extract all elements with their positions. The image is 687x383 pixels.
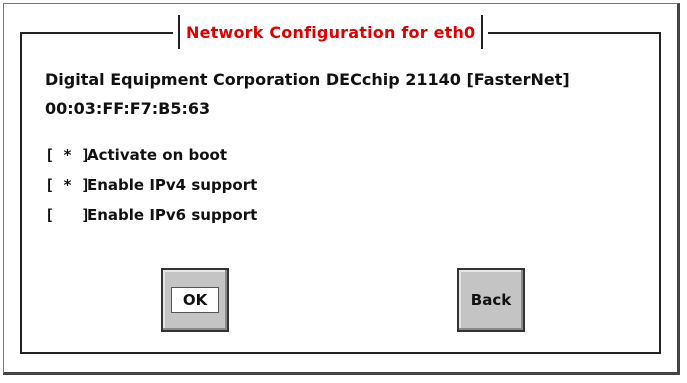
device-name: Digital Equipment Corporation DECchip 21… [45,70,570,89]
checkbox-indicator[interactable]: [ * ] [45,146,90,164]
dialog-title-bar: Network Configuration for eth0 [173,14,489,50]
ok-button-label: OK [171,287,219,313]
checkbox-enable-ipv4[interactable]: [ * ] Enable IPv4 support [45,176,257,194]
dialog-title: Network Configuration for eth0 [186,22,476,42]
checkbox-label: Enable IPv6 support [87,206,258,224]
title-right-bar [481,15,484,49]
back-button-label: Back [470,291,512,309]
checkbox-activate-on-boot[interactable]: [ * ] Activate on boot [45,146,227,164]
checkbox-indicator[interactable]: [ * ] [45,176,90,194]
checkbox-indicator[interactable]: [ ] [45,206,90,224]
checkbox-label: Enable IPv4 support [87,176,258,194]
mac-address: 00:03:FF:F7:B5:63 [45,99,211,118]
back-button[interactable]: Back [457,268,525,332]
checkbox-enable-ipv6[interactable]: [ ] Enable IPv6 support [45,206,257,224]
ok-button[interactable]: OK [161,268,229,332]
checkbox-label: Activate on boot [87,146,228,164]
